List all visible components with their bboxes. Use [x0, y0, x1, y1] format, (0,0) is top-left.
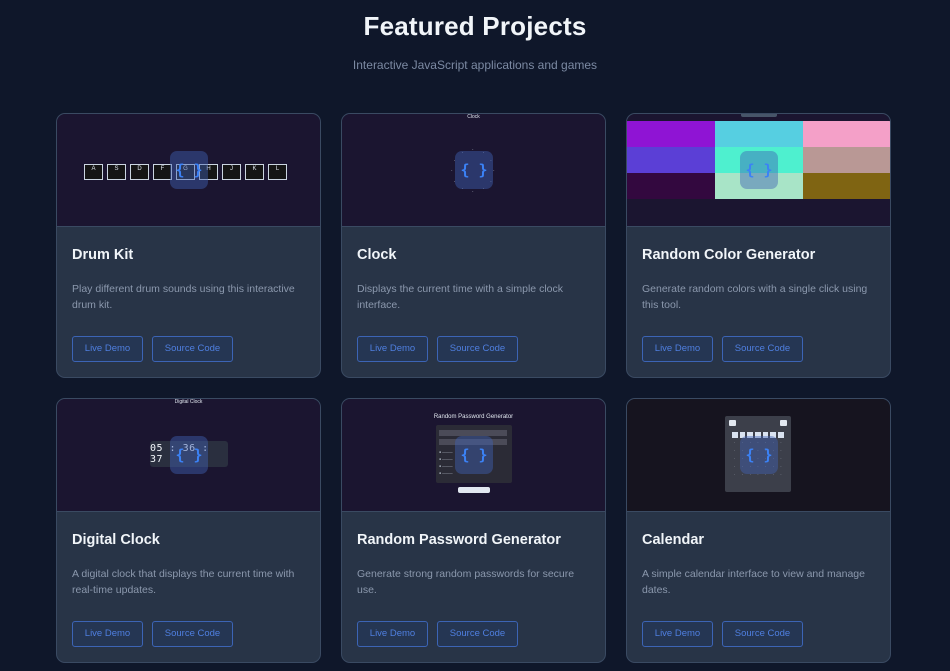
calendar-cell: · [734, 449, 736, 453]
code-icon: { } [455, 151, 493, 189]
preview-label: Random Password Generator [433, 414, 514, 420]
project-card-digital-clock: Digital Clock 05 : 36 : 37 { } Digital C… [56, 398, 321, 663]
next-month-icon [780, 420, 787, 426]
live-demo-button[interactable]: Live Demo [357, 621, 428, 647]
page-title: Featured Projects [363, 11, 587, 41]
color-swatch [627, 173, 715, 199]
drum-key: J [222, 164, 241, 180]
source-code-button[interactable]: Source Code [722, 336, 803, 362]
live-demo-button[interactable]: Live Demo [72, 336, 143, 362]
page-header: Featured Projects Interactive JavaScript… [0, 0, 950, 72]
source-code-button[interactable]: Source Code [437, 621, 518, 647]
project-preview[interactable]: Random Password Generator ● ——— ● ——— ● … [342, 399, 605, 512]
color-swatch [803, 121, 890, 147]
live-demo-button[interactable]: Live Demo [72, 621, 143, 647]
code-icon: { } [455, 436, 493, 474]
code-icon: { } [170, 151, 208, 189]
color-swatch [803, 173, 890, 199]
project-title: Calendar [642, 532, 705, 548]
projects-grid: ASDFGHJKL { } Drum Kit Play different dr… [56, 113, 891, 663]
project-preview[interactable]: Clock · · · · · · · · · · · · { } [342, 114, 605, 227]
project-description: Play different drum sounds using this in… [72, 283, 295, 311]
option-row: ● ——— [439, 450, 453, 454]
preview-label: Digital Clock [174, 399, 203, 405]
project-card-clock: Clock · · · · · · · · · · · · { } Clock Displays th… [341, 113, 606, 378]
project-preview[interactable]: ASDFGHJKL { } [57, 114, 320, 227]
source-code-button[interactable]: Source Code [437, 336, 518, 362]
clock-tick: · [493, 168, 495, 174]
project-title: Random Password Generator [357, 532, 561, 548]
project-card-calendar: · · · · · · · · · · · · · · · · · · · · · · · · · · · · · · · · · · · { } … [626, 398, 891, 663]
drum-key: L [268, 164, 287, 180]
color-swatch [803, 147, 890, 173]
color-swatch [627, 147, 715, 173]
preview-label: Clock [467, 114, 480, 120]
drum-key: A [84, 164, 103, 180]
project-card-drum-kit: ASDFGHJKL { } Drum Kit Play different dr… [56, 113, 321, 378]
project-title: Digital Clock [72, 532, 160, 548]
calendar-cell: · [734, 441, 736, 445]
source-code-button[interactable]: Source Code [722, 621, 803, 647]
code-icon: { } [740, 151, 778, 189]
option-row: ● ——— [439, 464, 453, 468]
calendar-cell: · [734, 457, 736, 461]
project-description: Generate random colors with a single cli… [642, 283, 868, 311]
calendar-cell: · [780, 441, 782, 445]
project-card-random-password-generator: Random Password Generator ● ——— ● ——— ● … [341, 398, 606, 663]
calendar-cell: · [780, 465, 782, 469]
project-preview[interactable]: · · · · · · · · · · · · · · · · · · · · · · · · · · · · · · · · · · · { } [627, 399, 890, 512]
live-demo-button[interactable]: Live Demo [357, 336, 428, 362]
project-preview[interactable]: { } [627, 114, 890, 227]
source-code-button[interactable]: Source Code [152, 621, 233, 647]
code-icon: { } [170, 436, 208, 474]
preview-top-bar [741, 114, 777, 117]
project-description: Displays the current time with a simple … [357, 283, 563, 311]
color-swatch [627, 121, 715, 147]
live-demo-button[interactable]: Live Demo [642, 336, 713, 362]
clock-tick: · [472, 189, 474, 195]
option-row: ● ——— [439, 457, 453, 461]
color-swatch [715, 121, 803, 147]
project-description: Generate strong random passwords for sec… [357, 568, 575, 596]
calendar-cell: · [780, 449, 782, 453]
calendar-cell: · [780, 473, 782, 477]
page-subtitle: Interactive JavaScript applications and … [352, 58, 598, 72]
project-title: Clock [357, 247, 397, 263]
calendar-cell [732, 432, 738, 438]
project-preview[interactable]: Digital Clock 05 : 36 : 37 { } [57, 399, 320, 512]
drum-key: S [107, 164, 126, 180]
project-title: Drum Kit [72, 247, 134, 263]
generate-button-preview [458, 487, 490, 493]
prev-month-icon [729, 420, 736, 426]
code-icon: { } [740, 436, 778, 474]
calendar-cell [778, 432, 784, 438]
calendar-cell: · [734, 473, 736, 477]
project-card-random-color-generator: { } Random Color Generator Generate rand… [626, 113, 891, 378]
calendar-cell: · [734, 465, 736, 469]
project-description: A digital clock that displays the curren… [72, 568, 295, 596]
drum-key: D [130, 164, 149, 180]
drum-key: K [245, 164, 264, 180]
clock-tick: · [451, 168, 453, 174]
option-row: ● ——— [439, 471, 453, 475]
live-demo-button[interactable]: Live Demo [642, 621, 713, 647]
project-title: Random Color Generator [642, 247, 816, 263]
project-description: A simple calendar interface to view and … [642, 568, 865, 596]
calendar-cell: · [780, 457, 782, 461]
source-code-button[interactable]: Source Code [152, 336, 233, 362]
